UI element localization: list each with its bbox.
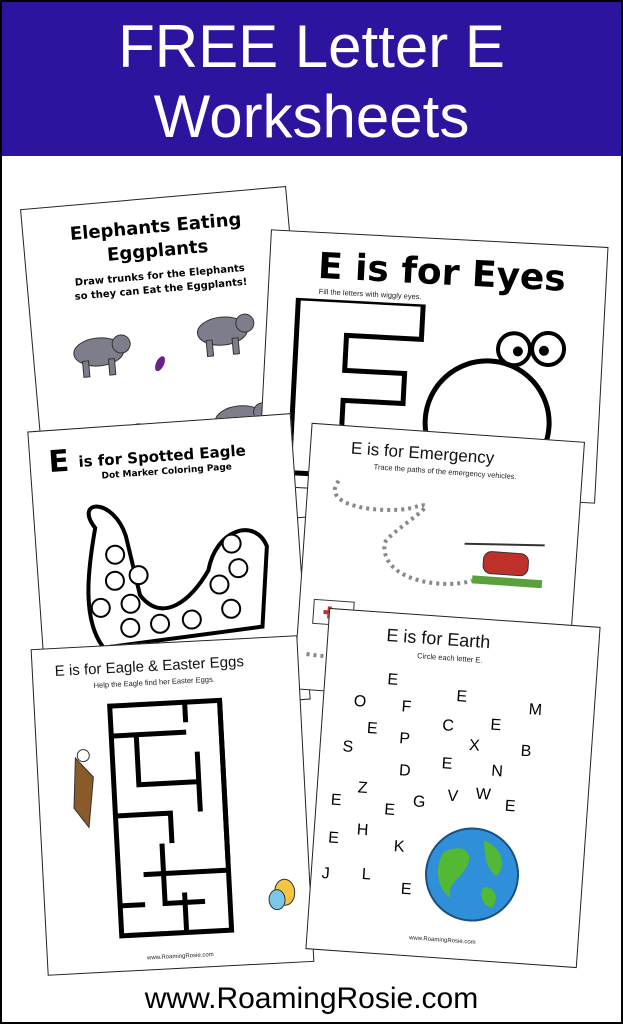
grid-letter: O: [353, 692, 367, 711]
worksheet-eagle-easter-eggs[interactable]: E is for Eagle & Easter Eggs Help the Ea…: [30, 635, 315, 976]
grid-letter: X: [468, 737, 481, 755]
banner-title-line1: FREE Letter E: [118, 13, 505, 80]
worksheet-earth[interactable]: E is for Earth Circle each letter E. E O…: [305, 607, 601, 969]
elephant-icon: [196, 313, 255, 358]
grid-letter: E: [400, 880, 413, 899]
eagle-icon: [73, 749, 94, 829]
easter-egg-icon: [268, 878, 296, 911]
grid-letter: H: [356, 821, 369, 840]
grid-letter: N: [490, 762, 504, 781]
grid-letter: D: [398, 762, 412, 780]
page-frame: FREE Letter E Worksheets Elephants Eatin…: [2, 2, 621, 1022]
grid-letter: L: [361, 865, 372, 884]
grid-letter: P: [398, 730, 411, 748]
grid-letter: E: [441, 755, 453, 773]
grid-letter: B: [520, 742, 532, 761]
grid-letter: E: [327, 829, 340, 848]
grid-letter: F: [400, 698, 412, 716]
helicopter-icon: [464, 542, 545, 589]
grid-letter: C: [441, 717, 455, 735]
spotted-eagle-big-letter: E: [47, 443, 71, 481]
grid-letter: G: [412, 793, 426, 812]
grid-letter: S: [342, 738, 354, 756]
grid-letter: M: [528, 701, 543, 719]
grid-letter: Z: [357, 779, 369, 798]
eagle-eggs-credit: www.RoamingRosie.com: [146, 952, 214, 962]
earth-globe-icon: [425, 827, 520, 922]
title-banner: FREE Letter E Worksheets: [2, 2, 621, 156]
banner-title-line2: Worksheets: [153, 83, 470, 150]
grid-letter: E: [489, 716, 502, 735]
eagle-eggs-title: E is for Eagle & Easter Eggs: [54, 653, 245, 680]
grid-letter: E: [330, 791, 343, 810]
grid-letter: E: [383, 801, 396, 819]
grid-letter: V: [446, 787, 459, 806]
eggplant-icon: [155, 356, 165, 372]
grid-letter: E: [386, 671, 399, 689]
maze-illustration: [73, 697, 296, 939]
grid-letter: E: [455, 688, 468, 706]
emergency-title: E is for Emergency: [350, 438, 495, 468]
grid-letter: W: [475, 785, 492, 804]
grid-letter: E: [504, 797, 517, 816]
footer-url[interactable]: www.RoamingRosie.com: [2, 982, 621, 1016]
grid-letter: K: [393, 838, 406, 856]
elephant-icon: [73, 334, 131, 378]
dotted-path: [333, 479, 473, 586]
grid-letter: E: [366, 719, 379, 738]
grid-letter: J: [321, 865, 331, 883]
